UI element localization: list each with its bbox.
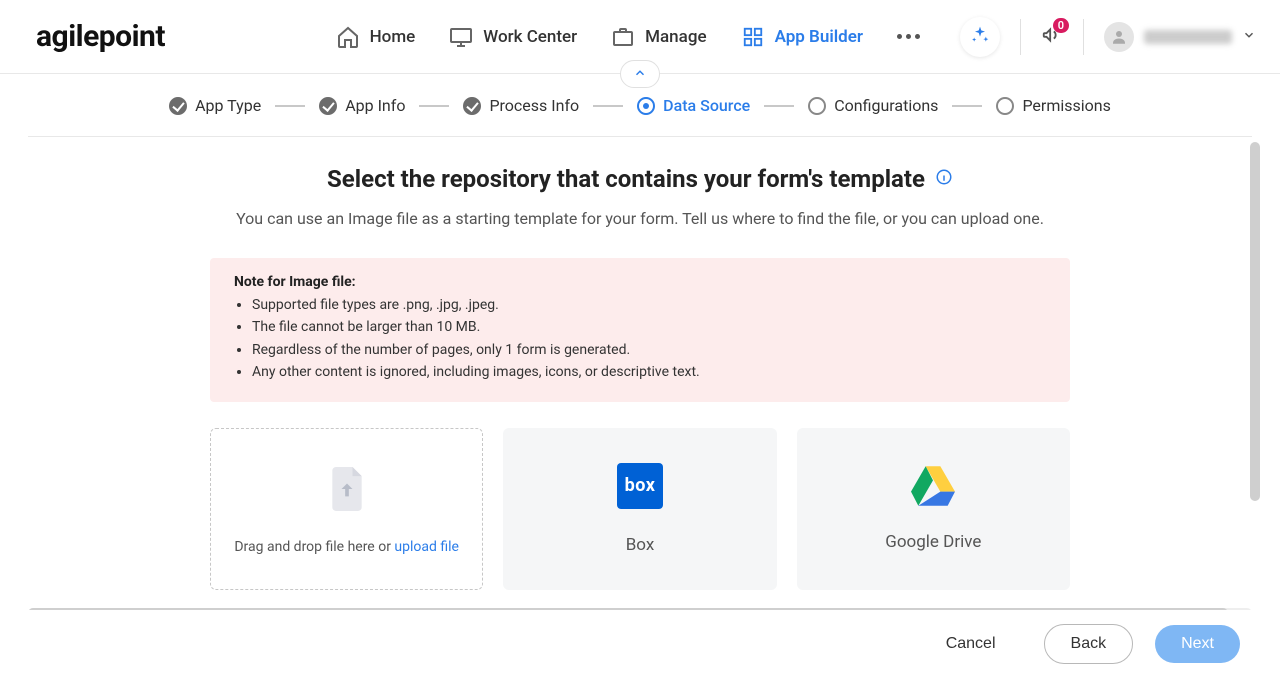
user-menu[interactable] <box>1104 22 1256 52</box>
repo-label: Box <box>626 535 655 555</box>
note-heading: Note for Image file: <box>234 274 1046 290</box>
nav-app-builder[interactable]: App Builder <box>741 25 863 49</box>
page-subtitle: You can use an Image file as a starting … <box>208 209 1072 228</box>
step-permissions[interactable]: Permissions <box>996 96 1110 115</box>
step-connector <box>764 105 794 107</box>
step-label: App Type <box>195 96 261 115</box>
step-configurations[interactable]: Configurations <box>808 96 938 115</box>
main-nav: Home Work Center Manage App Builder <box>336 25 920 49</box>
nav-more[interactable] <box>897 34 920 39</box>
monitor-icon <box>449 25 473 49</box>
repo-label: Google Drive <box>885 532 981 552</box>
upload-text: Drag and drop file here or upload file <box>234 539 459 555</box>
chevron-down-icon <box>1242 27 1256 46</box>
nav-home[interactable]: Home <box>336 25 416 49</box>
step-app-type[interactable]: App Type <box>169 96 261 115</box>
step-label: Process Info <box>489 96 579 115</box>
step-process-info[interactable]: Process Info <box>463 96 579 115</box>
collapse-stepper-button[interactable] <box>620 60 660 88</box>
sparkle-icon <box>970 25 990 49</box>
apps-icon <box>741 25 765 49</box>
nav-manage[interactable]: Manage <box>611 25 706 49</box>
nav-label: Home <box>370 27 416 47</box>
content-area: Select the repository that contains your… <box>28 136 1252 608</box>
step-label: Data Source <box>663 96 750 115</box>
notifications-button[interactable]: 0 <box>1041 24 1063 50</box>
username-redacted <box>1144 30 1232 44</box>
note-item: Supported file types are .png, .jpg, .jp… <box>252 294 1046 316</box>
info-icon[interactable] <box>935 168 953 190</box>
cancel-button[interactable]: Cancel <box>920 625 1022 663</box>
avatar-icon <box>1104 22 1134 52</box>
step-label: Configurations <box>834 96 938 115</box>
note-box: Note for Image file: Supported file type… <box>210 258 1070 402</box>
divider <box>1020 19 1021 55</box>
briefcase-icon <box>611 25 635 49</box>
wizard-footer: Cancel Back Next <box>0 610 1280 682</box>
step-label: App Info <box>345 96 405 115</box>
brand-logo: agilepoint <box>36 19 165 54</box>
next-button[interactable]: Next <box>1155 625 1240 663</box>
google-drive-icon <box>911 466 955 506</box>
note-item: Regardless of the number of pages, only … <box>252 339 1046 361</box>
copilot-button[interactable] <box>960 17 1000 57</box>
step-label: Permissions <box>1022 96 1110 115</box>
divider <box>1083 19 1084 55</box>
repository-grid: Drag and drop file here or upload file b… <box>210 428 1070 590</box>
page-title: Select the repository that contains your… <box>327 165 925 193</box>
more-icon <box>897 34 920 39</box>
nav-label: Manage <box>645 27 706 47</box>
step-connector <box>419 105 449 107</box>
upload-prefix: Drag and drop file here or <box>234 539 394 555</box>
step-connector <box>952 105 982 107</box>
box-logo-icon: box <box>617 463 663 509</box>
chevron-up-icon <box>633 65 647 84</box>
note-item: Any other content is ignored, including … <box>252 361 1046 383</box>
notifications-badge: 0 <box>1053 18 1069 33</box>
upload-dropzone[interactable]: Drag and drop file here or upload file <box>210 428 483 590</box>
repo-card-google-drive[interactable]: Google Drive <box>797 428 1070 590</box>
nav-label: Work Center <box>483 27 577 47</box>
nav-label: App Builder <box>775 27 863 47</box>
back-button[interactable]: Back <box>1044 624 1134 664</box>
megaphone-icon <box>1041 31 1063 50</box>
upload-file-link[interactable]: upload file <box>394 539 459 555</box>
step-connector <box>593 105 623 107</box>
repo-card-box[interactable]: box Box <box>503 428 776 590</box>
home-icon <box>336 25 360 49</box>
step-data-source[interactable]: Data Source <box>637 96 750 115</box>
topbar-actions: 0 <box>960 17 1256 57</box>
step-app-info[interactable]: App Info <box>319 96 405 115</box>
nav-work-center[interactable]: Work Center <box>449 25 577 49</box>
file-upload-icon <box>325 463 369 519</box>
vertical-scrollbar[interactable] <box>1250 142 1260 602</box>
note-item: The file cannot be larger than 10 MB. <box>252 316 1046 338</box>
step-connector <box>275 105 305 107</box>
